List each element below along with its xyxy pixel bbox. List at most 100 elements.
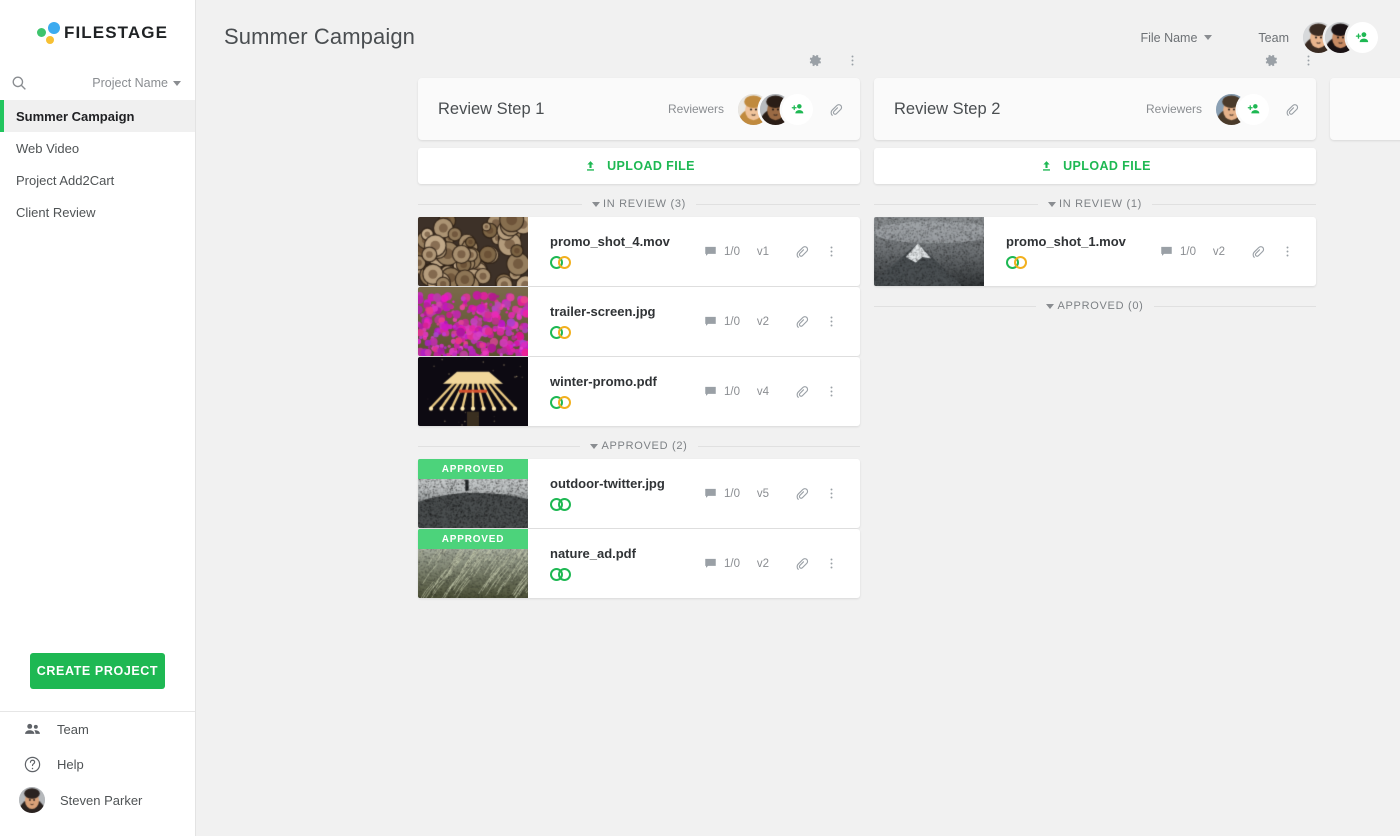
comment-count-label: 1/0 (1180, 246, 1196, 258)
file-share-link-icon[interactable] (1242, 243, 1272, 260)
file-thumbnail[interactable]: APPROVED (418, 459, 528, 528)
file-more-options-icon[interactable] (816, 384, 846, 399)
review-step-column-1: Review Step 2 Reviewers UPLOAD FILE IN R… (874, 48, 1316, 599)
upload-file-button[interactable]: UPLOAD FILE (874, 148, 1316, 184)
file-group-header[interactable]: IN REVIEW (1) (874, 198, 1316, 210)
project-label: Project Add2Cart (16, 173, 114, 188)
sidebar-current-user[interactable]: Steven Parker (0, 782, 195, 818)
search-icon[interactable] (10, 74, 28, 92)
comment-count[interactable]: 1/0 (703, 486, 740, 501)
file-group-header[interactable]: APPROVED (0) (874, 300, 1316, 312)
share-link-icon[interactable] (1283, 101, 1300, 118)
status-ring-second (558, 326, 571, 339)
file-share-link-icon[interactable] (786, 383, 816, 400)
group-label: APPROVED (2) (601, 440, 687, 452)
file-row[interactable]: winter-promo.pdf 1/0 v4 (418, 357, 860, 426)
comment-count[interactable]: 1/0 (1159, 244, 1196, 259)
file-thumbnail[interactable] (874, 217, 984, 286)
collapse-caret-icon (590, 444, 598, 449)
upload-file-button[interactable]: UPLOAD FILE (418, 148, 860, 184)
file-thumbnail[interactable] (418, 287, 528, 356)
sidebar-item-project-3[interactable]: Client Review (0, 196, 195, 228)
brand-logo[interactable]: FILESTAGE (0, 0, 195, 66)
file-group-header[interactable]: APPROVED (2) (418, 440, 860, 452)
review-step-header: Review Step 2 Reviewers (874, 78, 1316, 140)
more-options-icon[interactable] (845, 53, 860, 73)
comment-icon (703, 384, 718, 399)
gear-icon[interactable] (1264, 53, 1279, 73)
project-sort-dropdown[interactable]: Project Name (92, 76, 181, 90)
add-person-icon[interactable] (1347, 22, 1378, 53)
file-more-options-icon[interactable] (816, 486, 846, 501)
file-more-options-icon[interactable] (816, 244, 846, 259)
comment-count[interactable]: 1/0 (703, 244, 740, 259)
sidebar-item-team-label: Team (57, 722, 89, 737)
upload-file-label: UPLOAD FILE (607, 159, 695, 173)
file-share-link-icon[interactable] (786, 313, 816, 330)
more-options-icon[interactable] (1301, 53, 1316, 73)
file-more-options-icon[interactable] (816, 556, 846, 571)
team-label: Team (1258, 31, 1289, 45)
file-more-options-icon[interactable] (1272, 244, 1302, 259)
brand-name: FILESTAGE (64, 23, 168, 43)
comment-icon (703, 314, 718, 329)
file-row[interactable]: promo_shot_1.mov 1/0 v2 (874, 217, 1316, 286)
file-name: nature_ad.pdf (550, 546, 636, 561)
file-version: v1 (740, 246, 786, 258)
file-group-header[interactable]: IN REVIEW (3) (418, 198, 860, 210)
upload-file-label: UPLOAD FILE (1063, 159, 1151, 173)
project-label: Client Review (16, 205, 95, 220)
review-status-rings (550, 567, 636, 581)
approved-badge: APPROVED (418, 459, 528, 479)
sidebar-item-help[interactable]: Help (0, 747, 195, 782)
gear-icon[interactable] (808, 53, 823, 73)
file-share-link-icon[interactable] (786, 555, 816, 572)
file-thumbnail[interactable]: APPROVED (418, 529, 528, 598)
review-step-header: Review Step 1 Reviewers (418, 78, 860, 140)
comment-count-label: 1/0 (724, 558, 740, 570)
reviewer-avatar-stack (738, 94, 813, 125)
file-row[interactable]: APPROVED nature_ad.pdf 1/0 v2 (418, 529, 860, 598)
comment-count[interactable]: 1/0 (703, 314, 740, 329)
add-review-step-button[interactable]: ADD REVIEW STEP (1330, 78, 1400, 140)
add-reviewer-icon[interactable] (1238, 94, 1269, 125)
sidebar-item-project-2[interactable]: Project Add2Cart (0, 164, 195, 196)
what-is-review-step-link[interactable]: What is a review step? (1330, 160, 1400, 174)
file-version: v4 (740, 386, 786, 398)
file-row[interactable]: trailer-screen.jpg 1/0 v2 (418, 287, 860, 356)
share-link-icon[interactable] (827, 101, 844, 118)
file-thumbnail[interactable] (418, 357, 528, 426)
file-row[interactable]: promo_shot_4.mov 1/0 v1 (418, 217, 860, 286)
sidebar-item-project-1[interactable]: Web Video (0, 132, 195, 164)
sidebar-item-help-label: Help (57, 757, 84, 772)
file-thumbnail[interactable] (418, 217, 528, 286)
comment-icon (703, 244, 718, 259)
help-circle-icon (22, 755, 42, 775)
reviewers-label: Reviewers (1146, 102, 1202, 116)
sidebar-item-team[interactable]: Team (0, 712, 195, 747)
file-share-link-icon[interactable] (786, 485, 816, 502)
file-share-link-icon[interactable] (786, 243, 816, 260)
add-reviewer-icon[interactable] (782, 94, 813, 125)
sidebar: FILESTAGE Project Name Summer Campaign We… (0, 0, 196, 836)
status-ring-second (558, 498, 571, 511)
reviewers-label: Reviewers (668, 102, 724, 116)
create-project-button[interactable]: CREATE PROJECT (30, 653, 165, 689)
chevron-down-icon (1204, 35, 1212, 40)
file-version: v2 (740, 558, 786, 570)
file-more-options-icon[interactable] (816, 314, 846, 329)
comment-count[interactable]: 1/0 (703, 384, 740, 399)
project-list: Summer Campaign Web Video Project Add2Cart… (0, 100, 195, 228)
comment-count[interactable]: 1/0 (703, 556, 740, 571)
review-status-rings (550, 325, 656, 339)
review-step-column-0: Review Step 1 Reviewers UPLOAD FILE IN R… (418, 48, 860, 599)
file-row[interactable]: APPROVED outdoor-twitter.jpg 1/0 v5 (418, 459, 860, 528)
file-name-sort-dropdown[interactable]: File Name (1140, 31, 1212, 45)
project-sort-label: Project Name (92, 76, 168, 90)
sidebar-item-project-0[interactable]: Summer Campaign (0, 100, 195, 132)
approved-badge: APPROVED (418, 529, 528, 549)
reviewer-avatar-stack (1216, 94, 1269, 125)
file-version: v5 (740, 488, 786, 500)
review-status-rings (1006, 255, 1126, 269)
file-name: outdoor-twitter.jpg (550, 476, 665, 491)
